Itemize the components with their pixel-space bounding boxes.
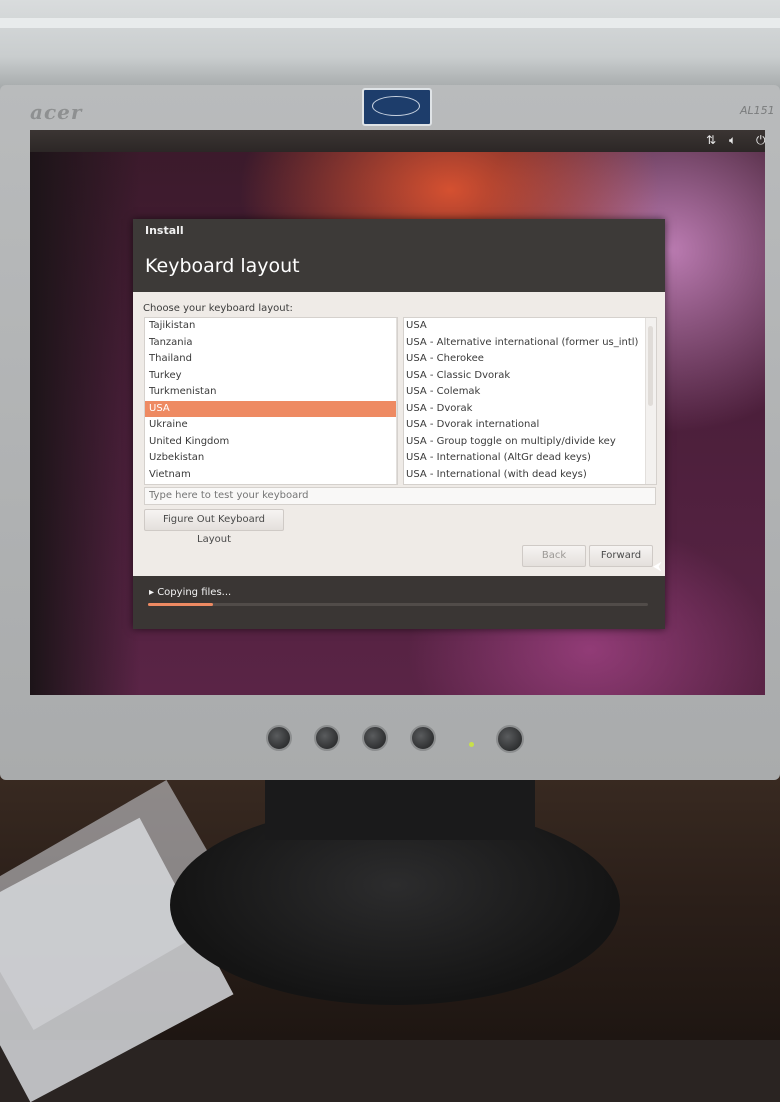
window-header: Install Keyboard layout — [133, 219, 665, 292]
list-item[interactable]: Turkey — [145, 368, 397, 385]
forward-button[interactable]: Forward — [589, 545, 653, 567]
progress-bar — [148, 603, 648, 606]
list-item[interactable]: USA - International (AltGr dead keys) — [404, 450, 656, 467]
list-item[interactable]: USA - Cherokee — [404, 351, 656, 368]
list-item[interactable]: USA - Dvorak international — [404, 417, 656, 434]
installer-window: Install Keyboard layout Choose your keyb… — [133, 219, 665, 629]
list-item[interactable]: USA — [404, 318, 656, 335]
monitor-brand: acer — [30, 100, 83, 124]
progress-panel: ▸ Copying files... — [133, 576, 665, 629]
progress-bar-fill — [148, 603, 213, 606]
power-led — [469, 742, 474, 747]
variant-list[interactable]: USA USA - Alternative international (for… — [403, 317, 657, 485]
monitor-button[interactable] — [314, 725, 340, 751]
list-item[interactable]: Uzbekistan — [145, 450, 397, 467]
network-arrows-icon[interactable]: ⇅ — [706, 133, 716, 147]
list-item[interactable]: Thailand — [145, 351, 397, 368]
list-item[interactable]: Tajikistan — [145, 318, 397, 335]
window-title: Install — [145, 224, 184, 237]
variant-list-scrollbar[interactable] — [645, 318, 656, 484]
layout-prompt: Choose your keyboard layout: — [143, 303, 293, 314]
list-item-selected[interactable]: USA — [145, 400, 397, 417]
sticker-logo — [362, 88, 432, 126]
keyboard-test-input[interactable] — [144, 487, 656, 505]
ceiling-background — [0, 0, 780, 95]
mouse-pointer-icon: ⮜ — [653, 559, 662, 573]
list-item[interactable]: USA - Group toggle on multiply/divide ke… — [404, 434, 656, 451]
monitor-button[interactable] — [362, 725, 388, 751]
list-item[interactable]: United Kingdom — [145, 434, 397, 451]
speaker-icon[interactable]: 🔈︎ — [729, 133, 736, 148]
monitor-button[interactable] — [410, 725, 436, 751]
monitor-buttons — [0, 725, 780, 765]
country-list-scrollbar[interactable] — [396, 318, 397, 484]
list-item[interactable]: Ukraine — [145, 417, 397, 434]
progress-text: Copying files... — [157, 587, 232, 598]
power-button[interactable] — [496, 725, 524, 753]
screen: ⇅ 🔈︎ ⏻ Install Keyboard layout Choose yo… — [30, 130, 765, 695]
list-item[interactable]: Tanzania — [145, 335, 397, 352]
power-icon[interactable]: ⏻ — [756, 133, 765, 148]
list-item[interactable]: USA - International (with dead keys) — [404, 467, 656, 484]
list-item[interactable]: USA - Alternative international (former … — [404, 335, 656, 352]
monitor-button[interactable] — [266, 725, 292, 751]
screen-shade — [30, 130, 140, 695]
list-item[interactable]: Turkmenistan — [145, 384, 397, 401]
monitor-model: AL151 — [740, 104, 775, 117]
top-panel: ⇅ 🔈︎ ⏻ — [30, 130, 765, 152]
figure-out-layout-button[interactable]: Figure Out Keyboard Layout — [144, 509, 284, 545]
ceiling-beam — [0, 18, 780, 28]
page-title: Keyboard layout — [145, 255, 300, 277]
list-item[interactable]: USA - Colemak — [404, 384, 656, 401]
list-item[interactable]: USA - Classic Dvorak — [404, 368, 656, 385]
list-item[interactable]: Vietnam — [145, 467, 397, 484]
expand-triangle-icon: ▸ — [149, 587, 158, 598]
list-item[interactable]: USA - Dvorak — [404, 401, 656, 418]
progress-status[interactable]: ▸ Copying files... — [149, 587, 231, 598]
country-list[interactable]: Tajikistan Tanzania Thailand Turkey Turk… — [144, 317, 398, 485]
monitor-stand-neck — [265, 770, 535, 840]
back-button[interactable]: Back — [522, 545, 586, 567]
scrollbar-thumb[interactable] — [648, 326, 653, 406]
